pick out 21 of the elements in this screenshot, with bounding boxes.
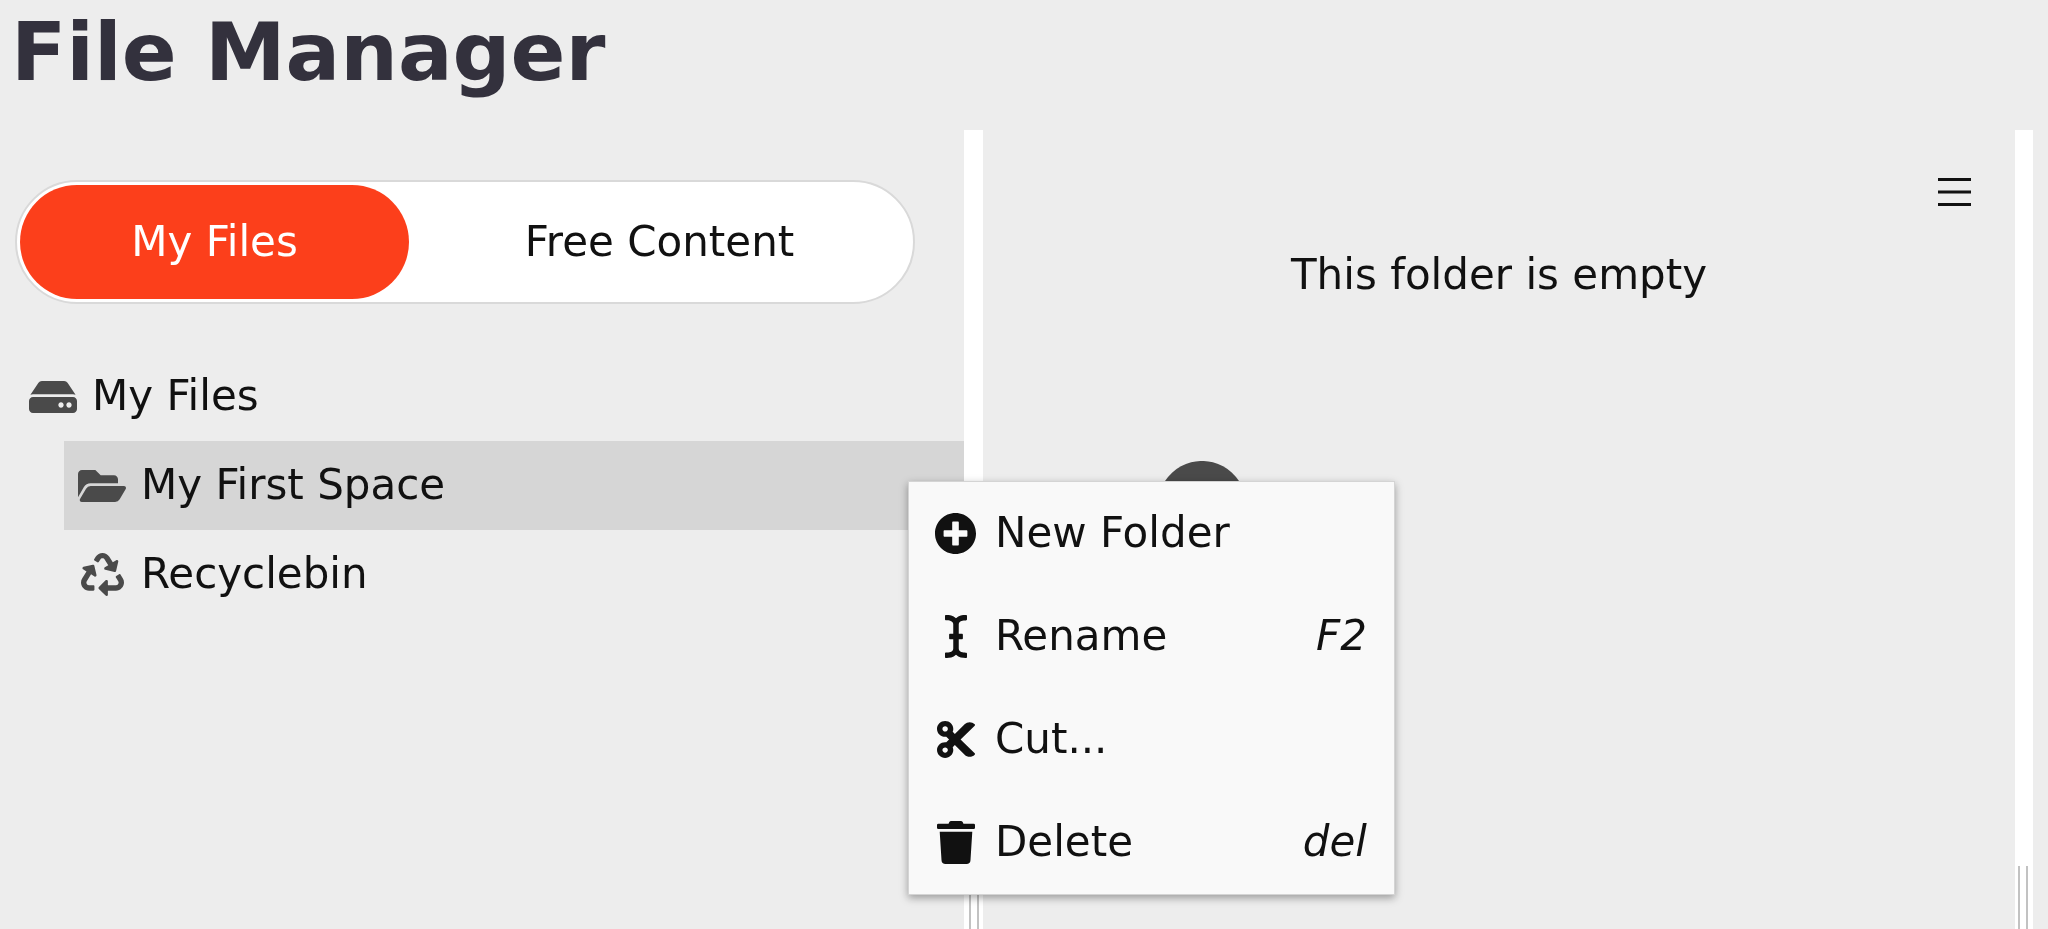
menu-item[interactable]: Rename F2 xyxy=(909,585,1394,688)
menu-icon[interactable] xyxy=(1938,178,1971,206)
scissors-icon xyxy=(936,721,975,758)
tree-item[interactable]: My First Space xyxy=(64,441,964,530)
tab[interactable]: My Files xyxy=(20,185,409,299)
tab[interactable]: Free Content xyxy=(409,185,910,299)
text-cursor-icon xyxy=(944,615,967,658)
tree-item[interactable]: My Files xyxy=(15,352,273,441)
empty-message: This folder is empty xyxy=(1290,251,1708,300)
folder-icon xyxy=(78,469,126,502)
menu-item[interactable]: Delete del xyxy=(909,791,1394,894)
page-title: File Manager xyxy=(11,4,606,101)
trash-icon xyxy=(936,821,975,864)
recycle-icon xyxy=(80,553,124,596)
shortcut-text: F2 xyxy=(1316,611,1367,662)
grip-icon xyxy=(2018,866,2028,929)
shortcut-text: del xyxy=(1302,817,1367,868)
grip-icon xyxy=(969,895,979,929)
tree-item[interactable]: Recyclebin xyxy=(64,530,382,619)
menu-item[interactable]: Cut... xyxy=(909,688,1394,791)
hard-drive-icon xyxy=(29,380,77,413)
